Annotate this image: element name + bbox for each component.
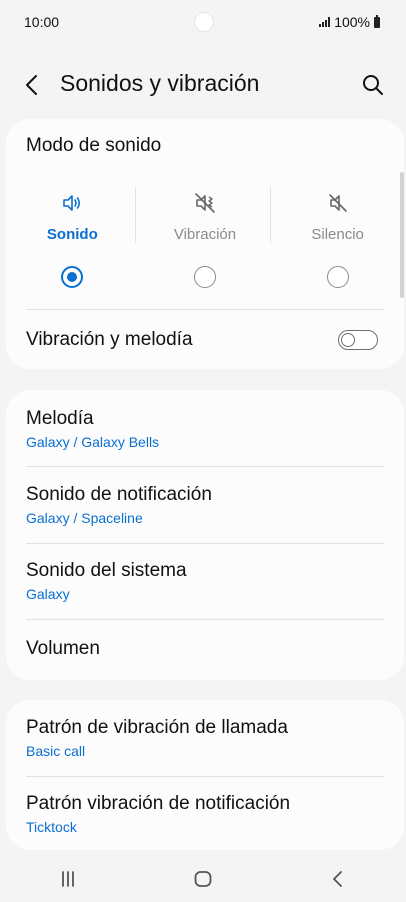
speaker-icon [63,195,81,211]
camera-cutout [194,12,214,32]
item-title: Melodía [26,408,94,429]
mode-label-mute: Silencio [311,226,364,243]
signal-icon [319,17,331,27]
status-time: 10:00 [24,14,60,30]
home-button[interactable] [173,859,233,899]
vibrate-ring-toggle[interactable] [338,330,378,350]
item-title: Patrón de vibración de llamada [26,717,288,738]
radio-sound[interactable] [61,266,84,288]
list-item-call-vibration[interactable]: Patrón de vibración de llamada Basic cal… [6,700,404,776]
app-header: Sonidos y vibración [0,60,406,110]
item-title: Volumen [26,638,100,659]
page-title: Sonidos y vibración [60,70,260,96]
navigation-bar [0,856,406,902]
mode-label-vibrate: Vibración [173,226,237,243]
battery-percent: 100% [334,14,370,30]
item-subtitle: Galaxy / Spaceline [26,510,143,526]
item-subtitle: Galaxy / Galaxy Bells [26,434,160,450]
item-title: Sonido del sistema [26,560,187,581]
sound-mode-label: Modo de sonido [26,135,162,156]
list-item-system-sound[interactable]: Sonido del sistema Galaxy [6,544,404,620]
item-title: Patrón vibración de notificación [26,793,291,814]
list-item-notification-vibration[interactable]: Patrón vibración de notificación Ticktoc… [6,777,404,850]
list-item-volume[interactable]: Volumen [6,620,404,680]
toggle-knob [341,332,355,347]
vibration-card: Patrón de vibración de llamada Basic cal… [6,700,404,850]
nav-back-button[interactable] [308,859,368,899]
home-icon [194,871,212,887]
recents-button[interactable] [38,859,98,899]
sound-mode-radios [6,266,404,290]
item-subtitle: Basic call [26,743,86,759]
nav-back-icon [333,871,343,887]
recents-icon [61,871,74,887]
vibrate-icon [195,193,215,213]
back-arrow-icon[interactable] [20,72,46,98]
vibrate-ring-label: Vibración y melodía [26,329,193,350]
sound-mode-card: Modo de sonido Sonido Vibración Silencio… [6,119,404,369]
mode-option-mute[interactable]: Silencio [271,185,404,245]
item-subtitle: Galaxy [26,586,70,602]
mode-option-vibrate[interactable]: Vibración [139,185,272,245]
mode-label-sound: Sonido [46,226,98,243]
status-icons: 100% [319,14,380,30]
mode-divider [270,187,271,243]
mode-divider [135,187,136,243]
battery-icon [374,14,380,28]
list-item-ringtone[interactable]: Melodía Galaxy / Galaxy Bells [6,390,404,466]
item-subtitle: Ticktock [26,819,77,835]
divider [26,309,384,310]
search-icon[interactable] [360,72,386,98]
scrollbar[interactable] [400,172,404,298]
mute-icon [328,194,347,212]
item-title: Sonido de notificación [26,484,212,505]
vibrate-ring-row[interactable]: Vibración y melodía [6,311,404,369]
radio-vibrate[interactable] [193,266,216,288]
mode-option-sound[interactable]: Sonido [6,185,139,245]
radio-mute[interactable] [326,266,349,288]
sound-mode-options: Sonido Vibración Silencio [6,185,404,245]
list-item-notification-sound[interactable]: Sonido de notificación Galaxy / Spacelin… [6,467,404,543]
sounds-card: Melodía Galaxy / Galaxy Bells Sonido de … [6,390,404,680]
